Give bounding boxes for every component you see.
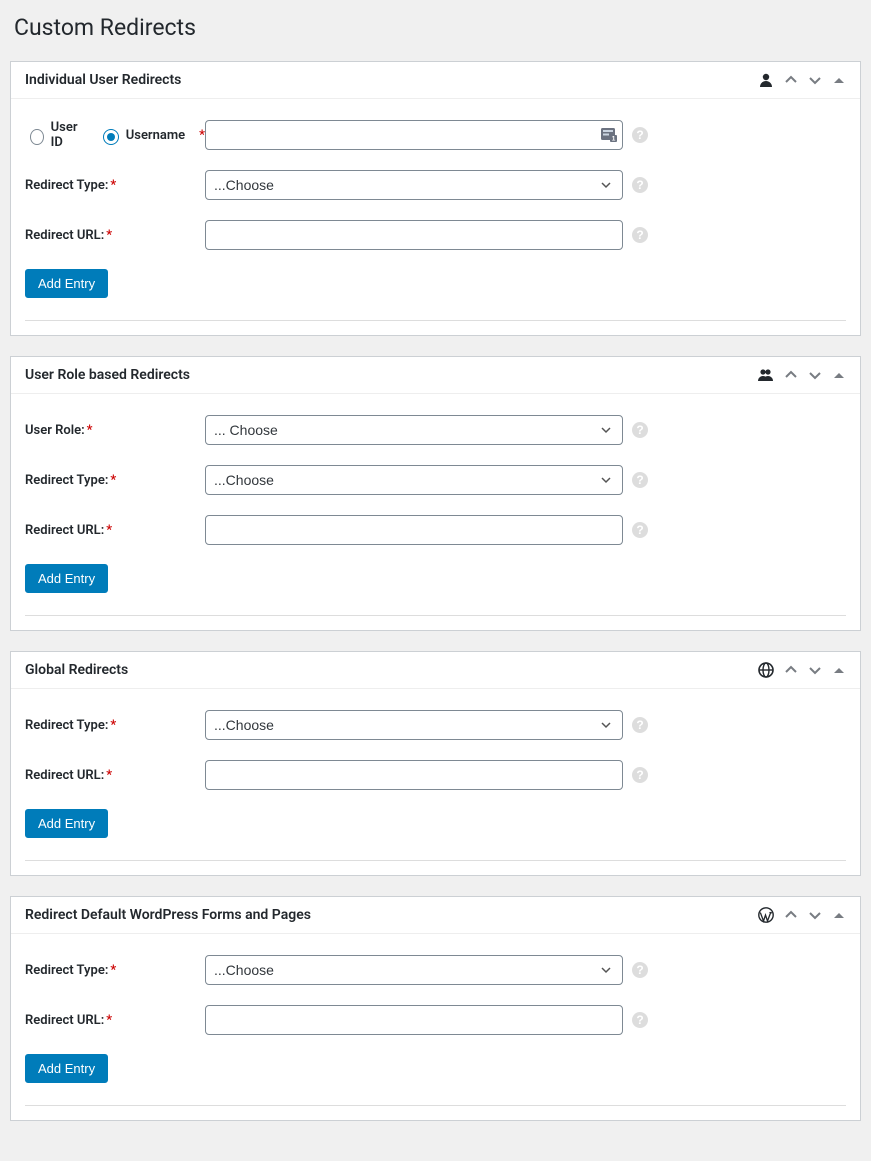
move-down-icon[interactable] <box>808 74 822 86</box>
panel-title: Global Redirects <box>25 662 128 678</box>
collapse-icon[interactable] <box>832 909 846 921</box>
panel-individual-user-redirects: Individual User Redirects User ID Userna… <box>10 61 861 336</box>
radio-username-input[interactable] <box>103 129 119 145</box>
add-entry-button[interactable]: Add Entry <box>25 269 108 298</box>
panel-wp-default-redirects: Redirect Default WordPress Forms and Pag… <box>10 896 861 1121</box>
users-icon <box>757 367 774 383</box>
label-redirect-url: Redirect URL:* <box>25 1013 205 1028</box>
redirect-type-select[interactable]: ...Choose <box>205 465 623 495</box>
add-entry-button[interactable]: Add Entry <box>25 809 108 838</box>
panel-header: Redirect Default WordPress Forms and Pag… <box>11 897 860 934</box>
panel-header: User Role based Redirects <box>11 357 860 394</box>
help-icon[interactable] <box>631 226 649 244</box>
label-redirect-type: Redirect Type:* <box>25 963 205 978</box>
label-redirect-type: Redirect Type:* <box>25 473 205 488</box>
help-icon[interactable] <box>631 126 649 144</box>
redirect-url-input[interactable] <box>205 760 623 790</box>
panel-title: User Role based Redirects <box>25 367 190 383</box>
help-icon[interactable] <box>631 1011 649 1029</box>
label-redirect-url: Redirect URL:* <box>25 768 205 783</box>
redirect-url-input[interactable] <box>205 1005 623 1035</box>
globe-icon <box>758 662 774 678</box>
redirect-type-select[interactable]: ...Choose <box>205 170 623 200</box>
help-icon[interactable] <box>631 521 649 539</box>
label-redirect-type: Redirect Type:* <box>25 178 205 193</box>
redirect-type-select[interactable]: ...Choose <box>205 955 623 985</box>
collapse-icon[interactable] <box>832 664 846 676</box>
help-icon[interactable] <box>631 716 649 734</box>
panel-user-role-redirects: User Role based Redirects User Role:* ..… <box>10 356 861 631</box>
move-up-icon[interactable] <box>784 664 798 676</box>
separator <box>25 1105 846 1106</box>
radio-username[interactable]: Username <box>98 126 185 145</box>
separator <box>25 320 846 321</box>
redirect-url-input[interactable] <box>205 220 623 250</box>
panel-title: Individual User Redirects <box>25 72 181 88</box>
help-icon[interactable] <box>631 176 649 194</box>
panel-global-redirects: Global Redirects Redirect Type:* ...Choo… <box>10 651 861 876</box>
move-down-icon[interactable] <box>808 664 822 676</box>
radio-user-id[interactable]: User ID <box>25 120 86 150</box>
radio-user-id-label: User ID <box>51 120 86 150</box>
panel-title: Redirect Default WordPress Forms and Pag… <box>25 907 311 923</box>
label-user-role: User Role:* <box>25 423 205 438</box>
panel-header: Individual User Redirects <box>11 62 860 99</box>
separator <box>25 860 846 861</box>
redirect-url-input[interactable] <box>205 515 623 545</box>
username-input[interactable] <box>205 120 623 150</box>
field-badge-icon <box>601 128 617 142</box>
help-icon[interactable] <box>631 766 649 784</box>
radio-username-label: Username <box>126 128 185 143</box>
label-redirect-url: Redirect URL:* <box>25 228 205 243</box>
collapse-icon[interactable] <box>832 369 846 381</box>
help-icon[interactable] <box>631 471 649 489</box>
move-up-icon[interactable] <box>784 909 798 921</box>
wordpress-icon <box>758 907 774 923</box>
label-redirect-url: Redirect URL:* <box>25 523 205 538</box>
page-title: Custom Redirects <box>14 14 861 41</box>
help-icon[interactable] <box>631 961 649 979</box>
move-up-icon[interactable] <box>784 74 798 86</box>
separator <box>25 615 846 616</box>
redirect-type-select[interactable]: ...Choose <box>205 710 623 740</box>
move-up-icon[interactable] <box>784 369 798 381</box>
move-down-icon[interactable] <box>808 369 822 381</box>
help-icon[interactable] <box>631 421 649 439</box>
label-redirect-type: Redirect Type:* <box>25 718 205 733</box>
add-entry-button[interactable]: Add Entry <box>25 1054 108 1083</box>
collapse-icon[interactable] <box>832 74 846 86</box>
move-down-icon[interactable] <box>808 909 822 921</box>
panel-header: Global Redirects <box>11 652 860 689</box>
radio-user-id-input[interactable] <box>30 129 44 145</box>
user-icon <box>758 72 774 88</box>
add-entry-button[interactable]: Add Entry <box>25 564 108 593</box>
user-role-select[interactable]: ... Choose <box>205 415 623 445</box>
